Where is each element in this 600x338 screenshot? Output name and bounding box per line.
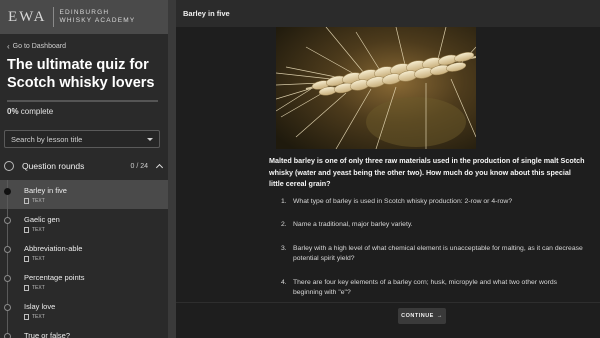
lesson-type-label: TEXT	[32, 314, 45, 320]
lesson-name: Percentage points	[24, 273, 85, 282]
lesson-intro: Malted barley is one of only three raw m…	[269, 156, 585, 188]
barley-ear-image	[276, 27, 476, 149]
question-number: 1.	[281, 197, 287, 205]
chevron-up-icon	[155, 163, 164, 172]
caret-down-icon	[147, 137, 153, 141]
question-number: 2.	[281, 221, 287, 228]
lesson-type: TEXT	[24, 256, 45, 262]
lesson-type-label: TEXT	[32, 198, 45, 204]
progress-value: 0%	[7, 107, 19, 116]
course-title: The ultimate quiz for Scotch whisky love…	[7, 57, 155, 91]
lesson-type-label: TEXT	[32, 256, 45, 262]
back-link-label: Go to Dashboard	[12, 43, 66, 50]
question-number: 3.	[281, 244, 287, 252]
lesson-title: Barley in five	[176, 0, 600, 27]
document-icon	[24, 285, 29, 291]
chevron-left-icon: ‹	[7, 42, 10, 51]
section-label: Question rounds	[22, 161, 85, 171]
lesson-footer	[176, 302, 600, 329]
document-icon	[24, 256, 29, 262]
document-icon	[24, 314, 29, 320]
lesson-name: Gaelic gen	[24, 215, 60, 224]
lesson-item[interactable]: Percentage points TEXT	[0, 267, 168, 296]
sidebar: EWA Edinburgh Whisky Academy ‹ Go to Das…	[0, 0, 168, 338]
question-item: 3. Barley with a high level of what chemi…	[281, 244, 587, 265]
lesson-type: TEXT	[24, 198, 45, 204]
lesson-content: Barley in five Malted barley is one of o…	[176, 0, 600, 338]
question-text: What type of barley is used in Scotch wh…	[293, 197, 513, 205]
brand-logo[interactable]: EWA Edinburgh Whisky Academy	[0, 0, 168, 34]
question-number: 4.	[281, 278, 287, 286]
question-text: Name a traditional, major barley variety…	[293, 221, 413, 228]
lesson-type: TEXT	[24, 314, 45, 320]
lesson-status-icon	[4, 246, 11, 253]
arrow-right-icon: →	[436, 313, 443, 319]
question-item: 2. Name a traditional, major barley varie…	[281, 220, 587, 231]
brand-name-line1: Edinburgh	[59, 9, 110, 16]
lesson-name: Abbreviation-able	[24, 244, 83, 253]
question-list: 1. What type of barley is used in Scotch …	[269, 197, 587, 299]
lesson-type: TEXT	[24, 285, 45, 291]
progress-bar	[7, 100, 158, 102]
back-to-dashboard-link[interactable]: ‹ Go to Dashboard	[7, 42, 168, 51]
lesson-type-label: TEXT	[32, 227, 45, 233]
question-text: Barley with a high level of what chemica…	[293, 244, 583, 263]
lesson-type: TEXT	[24, 227, 45, 233]
lesson-status-icon	[4, 275, 11, 282]
lesson-item[interactable]: Abbreviation-able TEXT	[0, 238, 168, 267]
lesson-status-icon	[4, 304, 11, 311]
lesson-item[interactable]: True or false?TEXT	[0, 325, 168, 338]
lesson-body: Malted barley is one of only three raw m…	[269, 155, 587, 312]
continue-label: CONTINUE	[401, 313, 434, 319]
document-icon	[24, 227, 29, 233]
brand-name: Edinburgh Whisky Academy	[54, 9, 136, 25]
question-text: There are four key elements of a barley …	[293, 278, 558, 297]
section-header-question-rounds[interactable]: Question rounds 0 / 24	[0, 156, 168, 176]
progress-text: 0% complete	[7, 107, 168, 116]
sidebar-scrollbar[interactable]	[168, 0, 176, 338]
lesson-list: Barley in five TEXT Gaelic gen TEXT Abbrevia…	[0, 180, 168, 338]
lesson-item[interactable]: Islay love TEXT	[0, 296, 168, 325]
lesson-name: True or false?	[24, 331, 70, 338]
lesson-name: Barley in five	[24, 186, 67, 195]
section-count: 0 / 24	[130, 162, 148, 170]
lesson-item[interactable]: Barley in five TEXT	[0, 180, 168, 209]
document-icon	[24, 198, 29, 204]
lesson-search-select[interactable]: Search by lesson title	[4, 130, 160, 148]
lesson-status-icon	[4, 333, 11, 338]
lesson-item[interactable]: Gaelic gen TEXT	[0, 209, 168, 238]
lesson-type-label: TEXT	[32, 285, 45, 291]
question-item: 1. What type of barley is used in Scotch …	[281, 197, 587, 208]
lesson-status-icon	[4, 188, 11, 195]
lesson-name: Islay love	[24, 302, 56, 311]
progress-suffix: complete	[18, 107, 54, 116]
section-progress-circle-icon	[4, 161, 14, 171]
lesson-status-icon	[4, 217, 11, 224]
brand-mark: EWA	[8, 7, 54, 27]
search-placeholder: Search by lesson title	[11, 134, 83, 144]
question-item: 4. There are four key elements of a barle…	[281, 278, 587, 299]
brand-name-line2: Whisky Academy	[59, 17, 136, 24]
continue-button[interactable]: CONTINUE →	[398, 308, 446, 324]
